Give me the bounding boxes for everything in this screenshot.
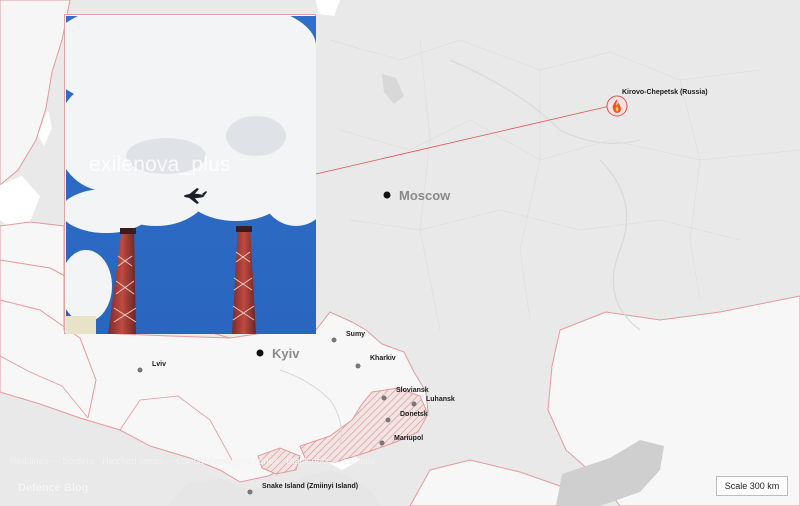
capital-dot-moscow[interactable] xyxy=(383,191,391,199)
blog-watermark: Defence Blog xyxy=(18,482,89,494)
city-dot xyxy=(381,395,387,401)
capital-label-kyiv: Kyiv xyxy=(272,346,300,361)
city-label-sumy: Sumy xyxy=(346,331,365,338)
capital-dot-kyiv[interactable] xyxy=(256,349,264,357)
inset-photo[interactable]: exilenova_plus xyxy=(64,14,316,334)
city-label-mariupol: Mariupol xyxy=(394,435,423,442)
building xyxy=(66,316,96,334)
city-dot xyxy=(411,401,417,407)
city-dot xyxy=(247,489,253,495)
city-label-luhansk: Luhansk xyxy=(426,396,455,403)
inset-watermark: exilenova_plus xyxy=(89,153,231,176)
city-label-donetsk: Donetsk xyxy=(400,411,428,418)
city-dot xyxy=(379,440,385,446)
city-label-lviv: Lviv xyxy=(152,361,166,368)
map-legend: Red lines — borders · Hatched areas — co… xyxy=(10,456,375,466)
city-dot xyxy=(331,337,337,343)
city-dot xyxy=(385,417,391,423)
target-marker[interactable] xyxy=(606,95,628,117)
city-label-snake-island: Snake Island (Zmiinyi Island) xyxy=(262,483,358,490)
city-dot xyxy=(137,367,143,373)
city-label-sloviansk: Sloviansk xyxy=(396,387,429,394)
city-label-kharkiv: Kharkiv xyxy=(370,355,396,362)
scale-bar: Scale 300 km xyxy=(716,476,788,496)
capital-label-moscow: Moscow xyxy=(399,188,451,203)
target-label: Kirovo-Chepetsk (Russia) xyxy=(622,89,708,96)
city-dot xyxy=(355,363,361,369)
